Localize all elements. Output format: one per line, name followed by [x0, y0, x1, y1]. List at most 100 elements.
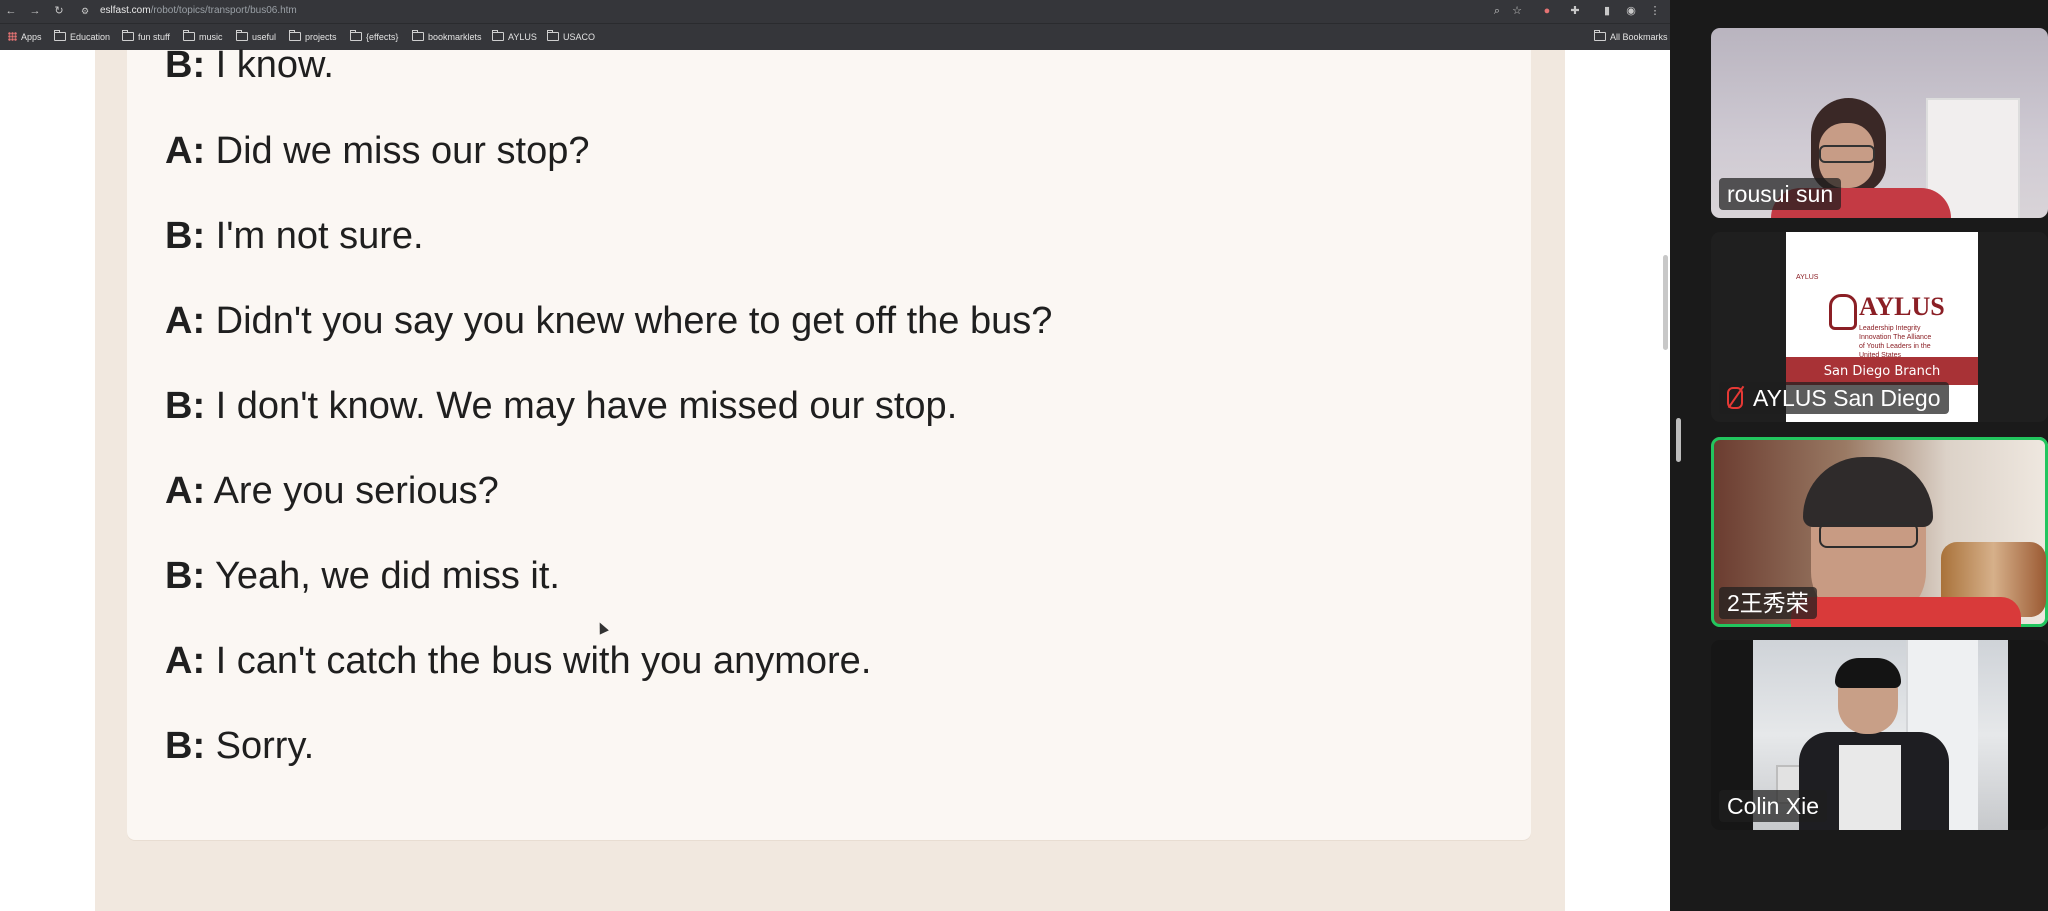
line-text: Yeah, we did miss it.	[214, 555, 560, 597]
bookmark-label: Apps	[21, 32, 42, 42]
speaker-label: A:	[165, 640, 206, 682]
bookmark-label: Education	[70, 32, 111, 42]
participant-name-tag: 2王秀荣	[1719, 587, 1817, 619]
participant-shirt	[1791, 597, 2021, 627]
bookmark-label: bookmarklets	[428, 32, 482, 42]
participant-name: rousui sun	[1727, 181, 1834, 207]
speaker-label: A:	[165, 300, 206, 342]
folder-icon	[183, 30, 195, 41]
browser-window: ← → ↻ ⚙ eslfast.com/robot/topics/transpo…	[0, 0, 1670, 911]
dialogue-line: A: Did we miss our stop?	[165, 130, 589, 173]
line-text: Didn't you say you knew where to get off…	[215, 300, 1053, 342]
bookmark-usaco[interactable]: USACO	[547, 30, 595, 44]
participant-shirt	[1839, 745, 1901, 830]
participant-name: 2王秀荣	[1727, 590, 1809, 616]
participant-name-tag: AYLUS San Diego	[1719, 382, 1949, 414]
dialogue-line: B: I'm not sure.	[165, 215, 424, 258]
profile-icon[interactable]: ◉	[1624, 4, 1638, 18]
bookmark-label: {effects}	[366, 32, 399, 42]
folder-icon	[54, 30, 66, 41]
all-bookmarks[interactable]: All Bookmarks	[1594, 30, 1668, 44]
dialogue-line: B: I don't know. We may have missed our …	[165, 385, 957, 428]
panel-resize-handle[interactable]	[1676, 418, 1681, 462]
extension-icon[interactable]: ●	[1540, 4, 1554, 18]
folder-icon	[122, 30, 134, 41]
participant-name: AYLUS San Diego	[1753, 385, 1941, 411]
glasses	[1819, 145, 1875, 163]
aylus-brand: AYLUS	[1859, 292, 1945, 321]
bookmark-apps[interactable]: Apps	[8, 30, 42, 44]
folder-icon	[547, 30, 559, 41]
speaker-label: A:	[165, 470, 206, 512]
url-host: eslfast.com	[100, 5, 151, 16]
bookmark-label: AYLUS	[508, 32, 537, 42]
speaker-label: B:	[165, 215, 206, 257]
zoom-icon[interactable]: ⌕	[1490, 4, 1504, 18]
star-icon[interactable]: ☆	[1510, 4, 1524, 18]
bookmark-effects[interactable]: {effects}	[350, 30, 398, 44]
bookmark-label: All Bookmarks	[1610, 32, 1668, 42]
speaker-label: A:	[165, 130, 206, 172]
folder-icon	[1594, 30, 1606, 41]
bookmark-music[interactable]: music	[183, 30, 223, 44]
bookmark-useful[interactable]: useful	[236, 30, 276, 44]
mic-muted-icon	[1727, 387, 1743, 409]
participant-tile[interactable]: AYLUS AYLUS Leadership Integrity Innovat…	[1711, 232, 2048, 422]
dialogue-line: A: Are you serious?	[165, 470, 499, 513]
address-bar[interactable]: eslfast.com/robot/topics/transport/bus06…	[100, 4, 297, 18]
bookmark-label: fun stuff	[138, 32, 170, 42]
participant-name: Colin Xie	[1727, 793, 1820, 819]
folder-icon	[412, 30, 424, 41]
participant-hair	[1803, 457, 1933, 527]
bookmark-fun-stuff[interactable]: fun stuff	[122, 30, 170, 44]
page-viewport[interactable]: B: I know. A: Did we miss our stop? B: I…	[0, 44, 1670, 911]
glasses	[1819, 522, 1918, 548]
line-text: I'm not sure.	[215, 215, 424, 257]
lightbulb-icon	[1829, 294, 1857, 330]
dialogue-line: A: Didn't you say you knew where to get …	[165, 300, 1052, 343]
line-text: I can't catch the bus with you anymore.	[215, 640, 872, 682]
line-text: Sorry.	[215, 725, 315, 767]
participant-tile[interactable]: Colin Xie	[1711, 640, 2048, 830]
browser-toolbar: ← → ↻ ⚙ eslfast.com/robot/topics/transpo…	[0, 0, 1670, 23]
participant-tile-active-speaker[interactable]: 2王秀荣	[1711, 437, 2048, 627]
line-text: Are you serious?	[213, 470, 499, 512]
dialogue-line: B: I know.	[165, 44, 334, 87]
dialogue-line: B: Sorry.	[165, 725, 314, 768]
bookmark-aylus[interactable]: AYLUS	[492, 30, 537, 44]
line-text: Did we miss our stop?	[215, 130, 590, 172]
folder-icon	[492, 30, 504, 41]
back-arrow-icon[interactable]: ←	[4, 4, 18, 18]
folder-icon	[289, 30, 301, 41]
puzzle-icon[interactable]: ✚	[1568, 4, 1582, 18]
folder-icon	[350, 30, 362, 41]
apps-grid-icon	[8, 32, 17, 41]
bookmark-label: projects	[305, 32, 337, 42]
page-scrollbar[interactable]	[1663, 255, 1668, 350]
speaker-label: B:	[165, 725, 206, 767]
bookmark-bookmarklets[interactable]: bookmarklets	[412, 30, 482, 44]
aylus-small-label: AYLUS	[1796, 274, 1819, 281]
reload-icon[interactable]: ↻	[52, 4, 66, 18]
participant-name-tag: Colin Xie	[1719, 790, 1828, 822]
participant-name-tag: rousui sun	[1719, 178, 1842, 210]
bookmark-label: useful	[252, 32, 277, 42]
speaker-label: B:	[165, 385, 206, 427]
bookmark-projects[interactable]: projects	[289, 30, 337, 44]
dialogue-line: A: I can't catch the bus with you anymor…	[165, 640, 871, 683]
participant-hair	[1835, 658, 1901, 688]
participant-tile[interactable]: rousui sun	[1711, 28, 2048, 218]
bookmark-label: USACO	[563, 32, 596, 42]
site-info-icon[interactable]: ⚙	[78, 4, 92, 18]
dialogue-line: B: Yeah, we did miss it.	[165, 555, 560, 598]
sidebar-icon[interactable]: ▮	[1600, 4, 1614, 18]
forward-arrow-icon[interactable]: →	[28, 4, 42, 18]
bookmark-education[interactable]: Education	[54, 30, 110, 44]
menu-dots-icon[interactable]: ⋮	[1648, 4, 1662, 18]
bookmark-label: music	[199, 32, 223, 42]
line-text: I don't know. We may have missed our sto…	[215, 385, 958, 427]
folder-icon	[236, 30, 248, 41]
speaker-label: B:	[165, 44, 206, 86]
branch-banner: San Diego Branch	[1786, 357, 1978, 385]
speaker-label: B:	[165, 555, 206, 597]
